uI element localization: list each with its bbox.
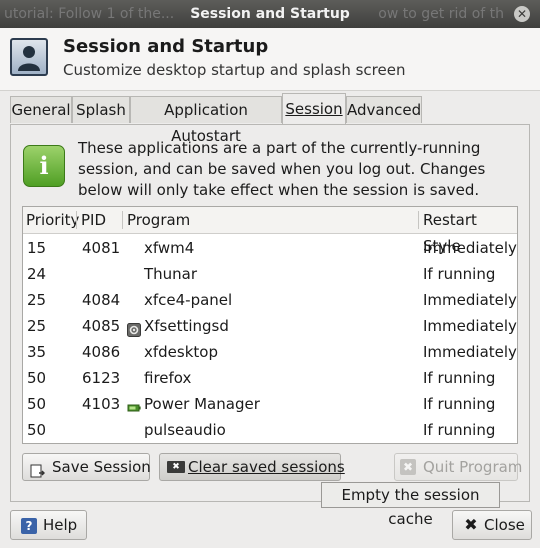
close-icon: ✖ (464, 515, 478, 534)
program-cell: Power Manager (144, 395, 260, 413)
pid-cell: 4085 (82, 317, 121, 335)
dialog-header: Session and Startup Customize desktop st… (0, 28, 540, 91)
background-window-text-right: ow to get rid of th (378, 6, 504, 22)
tab-splash[interactable]: Splash (72, 96, 130, 123)
table-row[interactable]: 25 4084 xfce4-panel Immediately (23, 287, 517, 313)
tab-advanced[interactable]: Advanced (346, 96, 422, 123)
table-row[interactable]: 24 Thunar If running (23, 261, 517, 287)
info-line-3: below will only take effect when the ses… (78, 181, 480, 199)
table-row[interactable]: 35 4086 xfdesktop Immediately (23, 339, 517, 365)
page-title: Session and Startup (63, 36, 269, 57)
priority-cell: 50 (27, 395, 47, 413)
table-row[interactable]: 25 4085 Xfsettingsd Immediately (23, 313, 517, 339)
restart-cell: If running (423, 395, 496, 413)
save-session-button[interactable]: Save Session (22, 453, 151, 481)
clear-icon: ✖ (167, 461, 185, 473)
close-button[interactable]: ✖ Close (452, 510, 532, 540)
info-line-2: session, and can be saved when you log o… (78, 160, 486, 178)
tab-session[interactable]: Session (282, 93, 346, 124)
pid-cell: 4103 (82, 395, 121, 413)
restart-cell: Immediately (423, 343, 517, 361)
column-header-priority[interactable]: Priority (26, 207, 79, 233)
program-cell: Xfsettingsd (144, 317, 229, 335)
program-cell: xfdesktop (144, 343, 218, 361)
save-session-icon (30, 460, 46, 478)
priority-cell: 50 (27, 421, 47, 439)
info-message: These applications are a part of the cur… (78, 138, 486, 201)
quit-icon: ✖ (400, 459, 416, 475)
user-session-icon (10, 38, 48, 76)
program-cell: Thunar (144, 265, 198, 283)
column-header-restart-style[interactable]: Restart Style (423, 207, 517, 255)
priority-cell: 25 (27, 291, 47, 309)
restart-cell: Immediately (423, 291, 517, 309)
table-header: Priority PID Program Restart Style (23, 207, 517, 255)
restart-cell: Immediately (423, 317, 517, 335)
settings-icon (127, 319, 141, 337)
tab-general[interactable]: General (10, 96, 72, 123)
quit-program-button[interactable]: ✖ Quit Program (394, 453, 522, 481)
battery-icon (127, 397, 141, 412)
help-icon: ? (21, 518, 37, 534)
session-startup-window: utorial: Follow 1 of the... ow to get ri… (0, 0, 540, 548)
column-header-pid[interactable]: PID (81, 207, 106, 233)
program-cell: xfwm4 (144, 239, 195, 257)
table-row[interactable]: 50 pulseaudio If running (23, 417, 517, 443)
page-subtitle: Customize desktop startup and splash scr… (63, 61, 406, 79)
restart-cell: If running (423, 421, 496, 439)
session-table: Priority PID Program Restart Style 15 40… (22, 206, 518, 444)
program-cell: xfce4-panel (144, 291, 233, 309)
clear-saved-sessions-button[interactable]: ✖ Clear saved sessions (159, 453, 345, 481)
help-button[interactable]: ? Help (10, 510, 87, 540)
restart-cell: If running (423, 265, 496, 283)
window-close-icon[interactable]: ✕ (514, 6, 530, 22)
background-window-text: utorial: Follow 1 of the... (4, 6, 175, 22)
pid-cell: 4084 (82, 291, 121, 309)
table-row[interactable]: 50 6123 firefox If running (23, 365, 517, 391)
program-cell: firefox (144, 369, 192, 387)
tab-application-autostart[interactable]: Application Autostart (130, 96, 282, 145)
info-line-1: These applications are a part of the cur… (78, 139, 481, 157)
restart-cell: If running (423, 369, 496, 387)
priority-cell: 35 (27, 343, 47, 361)
table-row[interactable]: 15 4081 xfwm4 Immediately (23, 235, 517, 261)
pid-cell: 6123 (82, 369, 121, 387)
info-icon: i (23, 145, 65, 187)
tooltip: Empty the session cache (321, 482, 500, 528)
priority-cell: 50 (27, 369, 47, 387)
restart-cell: Immediately (423, 239, 517, 257)
program-cell: pulseaudio (144, 421, 226, 439)
priority-cell: 24 (27, 265, 47, 283)
pid-cell: 4081 (82, 239, 121, 257)
table-row[interactable]: 50 4103 Power Manager If running (23, 391, 517, 417)
pid-cell: 4086 (82, 343, 121, 361)
priority-cell: 15 (27, 239, 47, 257)
column-header-program[interactable]: Program (127, 207, 190, 233)
title-bar[interactable]: utorial: Follow 1 of the... ow to get ri… (0, 0, 540, 28)
priority-cell: 25 (27, 317, 47, 335)
window-title: Session and Startup (190, 6, 350, 22)
